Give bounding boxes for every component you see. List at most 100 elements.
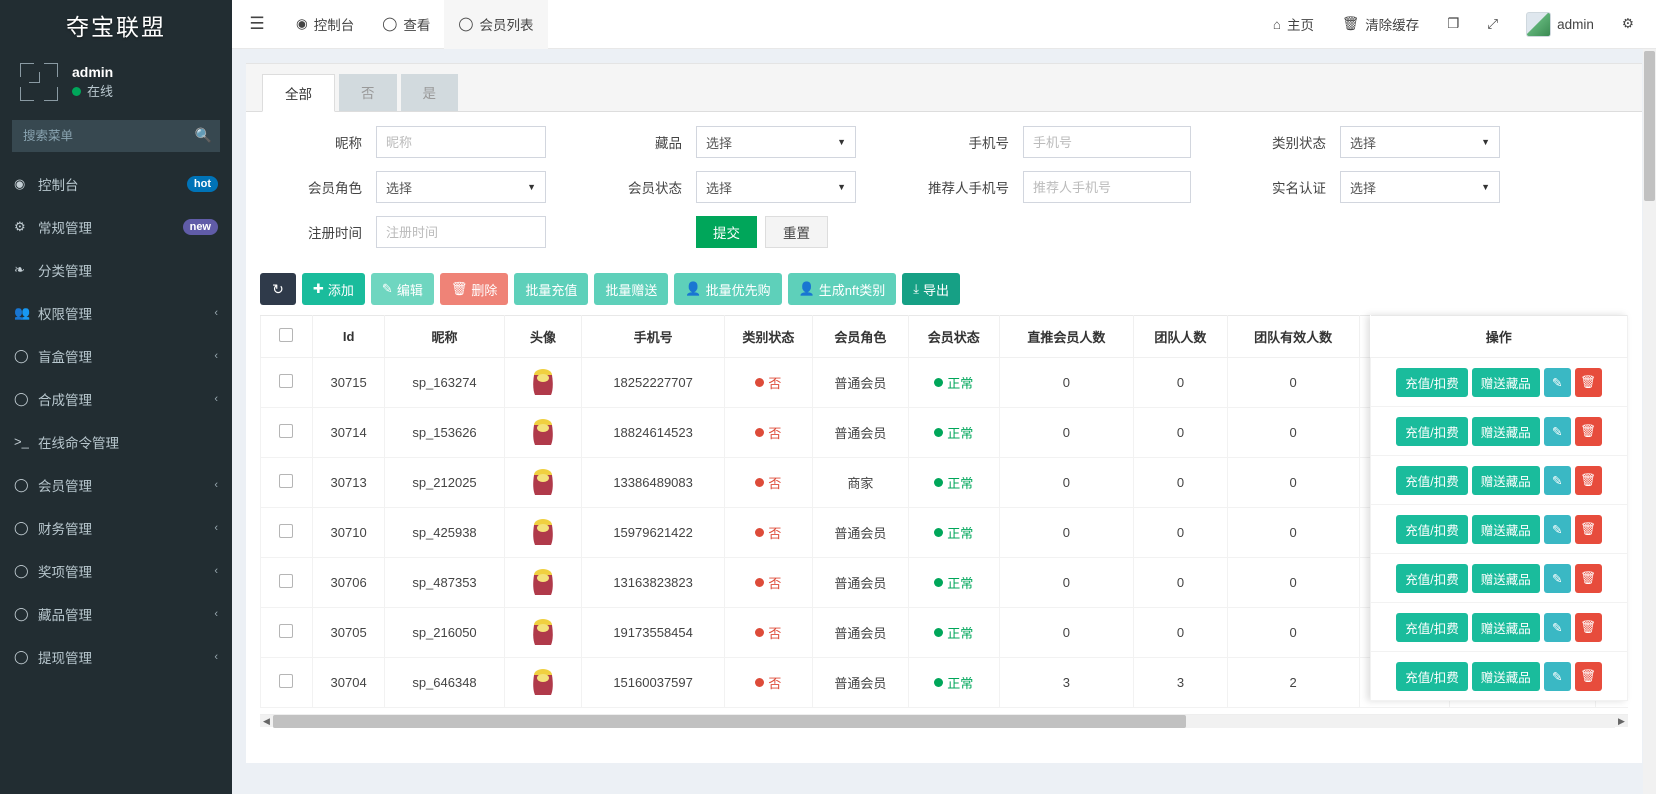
- edit-row-button[interactable]: ✎: [1544, 466, 1571, 495]
- column-header-5[interactable]: 会员角色: [812, 316, 908, 358]
- recharge-button[interactable]: 充值/扣费: [1396, 368, 1467, 397]
- row-checkbox[interactable]: [279, 374, 293, 388]
- delete-row-button[interactable]: 🗑: [1575, 417, 1602, 446]
- toolbar-button-7[interactable]: ⤓导出: [902, 273, 960, 305]
- row-checkbox[interactable]: [279, 574, 293, 588]
- referrer-phone-input[interactable]: [1023, 171, 1191, 203]
- nickname-input[interactable]: [376, 126, 546, 158]
- sidebar-item-5[interactable]: ◯合成管理‹: [0, 377, 232, 420]
- toolbar-button-1[interactable]: ✎编辑: [371, 273, 434, 305]
- toolbar-button-2[interactable]: 🗑删除: [440, 273, 509, 305]
- tab-2[interactable]: ◯会员列表: [444, 0, 547, 49]
- phone-input[interactable]: [1023, 126, 1191, 158]
- scroll-left-icon[interactable]: ◀: [260, 716, 273, 727]
- gift-collection-button[interactable]: 赠送藏品: [1472, 564, 1540, 593]
- recharge-button[interactable]: 充值/扣费: [1396, 515, 1467, 544]
- gift-collection-button[interactable]: 赠送藏品: [1472, 515, 1540, 544]
- sidebar-item-4[interactable]: ◯盲盒管理‹: [0, 334, 232, 377]
- topbar-action-2[interactable]: ❐: [1433, 0, 1473, 49]
- edit-row-button[interactable]: ✎: [1544, 417, 1571, 446]
- member-status-select[interactable]: 选择▼: [696, 171, 856, 203]
- column-header-0[interactable]: Id: [312, 316, 385, 358]
- row-checkbox[interactable]: [279, 674, 293, 688]
- horizontal-scrollbar[interactable]: ◀ ▶: [260, 714, 1628, 727]
- column-header-4[interactable]: 类别状态: [724, 316, 812, 358]
- sidebar-item-8[interactable]: ◯财务管理‹: [0, 506, 232, 549]
- sidebar-item-7[interactable]: ◯会员管理‹: [0, 463, 232, 506]
- column-header-2[interactable]: 头像: [504, 316, 582, 358]
- row-checkbox[interactable]: [279, 524, 293, 538]
- collection-select[interactable]: 选择▼: [696, 126, 856, 158]
- topbar-action-0[interactable]: ⌂主页: [1259, 0, 1328, 49]
- delete-row-button[interactable]: 🗑: [1575, 368, 1602, 397]
- column-header-6[interactable]: 会员状态: [908, 316, 999, 358]
- realname-auth-select[interactable]: 选择▼: [1340, 171, 1500, 203]
- user-menu[interactable]: admin: [1512, 0, 1608, 49]
- search-icon[interactable]: 🔍: [195, 127, 212, 144]
- gift-collection-button[interactable]: 赠送藏品: [1472, 417, 1540, 446]
- app-logo[interactable]: 夺宝联盟: [0, 0, 232, 49]
- column-header-7[interactable]: 直推会员人数: [999, 316, 1134, 358]
- register-time-input[interactable]: [376, 216, 546, 248]
- toolbar-button-6[interactable]: 👤生成nft类别: [788, 273, 897, 305]
- edit-row-button[interactable]: ✎: [1544, 515, 1571, 544]
- recharge-button[interactable]: 充值/扣费: [1396, 662, 1467, 691]
- sidebar-item-3[interactable]: 👥权限管理‹: [0, 291, 232, 334]
- gift-collection-button[interactable]: 赠送藏品: [1472, 368, 1540, 397]
- toolbar-button-5[interactable]: 👤批量优先购: [674, 273, 781, 305]
- edit-row-button[interactable]: ✎: [1544, 368, 1571, 397]
- delete-row-button[interactable]: 🗑: [1575, 662, 1602, 691]
- menu-toggle-icon[interactable]: ☰: [232, 14, 282, 34]
- tab-0[interactable]: ◉控制台: [282, 0, 368, 49]
- column-header-9[interactable]: 团队有效人数: [1227, 316, 1359, 358]
- toolbar-button-0[interactable]: ✚添加: [302, 273, 365, 305]
- select-all-checkbox[interactable]: [279, 328, 293, 342]
- page-scrollbar[interactable]: [1643, 49, 1656, 794]
- topbar-action-1[interactable]: 🗑清除缓存: [1328, 0, 1433, 49]
- search-input[interactable]: [12, 120, 220, 152]
- settings-button[interactable]: ⚙: [1608, 0, 1648, 49]
- page-scroll-thumb[interactable]: [1644, 51, 1655, 201]
- sidebar-item-0[interactable]: ◉控制台hot: [0, 162, 232, 205]
- topbar-action-3[interactable]: ⤢: [1473, 0, 1512, 49]
- category-status-select[interactable]: 选择▼: [1340, 126, 1500, 158]
- filter-tab-0[interactable]: 全部: [262, 74, 335, 112]
- filter-tab-1[interactable]: 否: [339, 74, 397, 111]
- column-header-1[interactable]: 昵称: [385, 316, 504, 358]
- column-header-8[interactable]: 团队人数: [1134, 316, 1227, 358]
- edit-row-button[interactable]: ✎: [1544, 613, 1571, 642]
- delete-row-button[interactable]: 🗑: [1575, 466, 1602, 495]
- gift-collection-button[interactable]: 赠送藏品: [1472, 613, 1540, 642]
- hscroll-thumb[interactable]: [273, 715, 1186, 728]
- recharge-button[interactable]: 充值/扣费: [1396, 417, 1467, 446]
- refresh-icon[interactable]: ↻: [260, 273, 296, 305]
- recharge-button[interactable]: 充值/扣费: [1396, 564, 1467, 593]
- toolbar-button-4[interactable]: 批量赠送: [594, 273, 668, 305]
- sidebar-item-2[interactable]: ❧分类管理: [0, 248, 232, 291]
- gift-collection-button[interactable]: 赠送藏品: [1472, 466, 1540, 495]
- delete-row-button[interactable]: 🗑: [1575, 613, 1602, 642]
- tab-1[interactable]: ◯查看: [368, 0, 444, 49]
- edit-row-button[interactable]: ✎: [1544, 662, 1571, 691]
- toolbar-button-3[interactable]: 批量充值: [514, 273, 588, 305]
- column-header-3[interactable]: 手机号: [582, 316, 725, 358]
- hscroll-track[interactable]: [273, 715, 1615, 728]
- sidebar-item-6[interactable]: >_在线命令管理: [0, 420, 232, 463]
- filter-tab-2[interactable]: 是: [401, 74, 459, 111]
- reset-button[interactable]: 重置: [765, 216, 828, 248]
- delete-row-button[interactable]: 🗑: [1575, 515, 1602, 544]
- sidebar-item-9[interactable]: ◯奖项管理‹: [0, 549, 232, 592]
- scroll-right-icon[interactable]: ▶: [1615, 716, 1628, 727]
- sidebar-item-10[interactable]: ◯藏品管理‹: [0, 592, 232, 635]
- submit-button[interactable]: 提交: [696, 216, 757, 248]
- edit-row-button[interactable]: ✎: [1544, 564, 1571, 593]
- delete-row-button[interactable]: 🗑: [1575, 564, 1602, 593]
- recharge-button[interactable]: 充值/扣费: [1396, 466, 1467, 495]
- sidebar-item-1[interactable]: ⚙常规管理new: [0, 205, 232, 248]
- member-role-select[interactable]: 选择▼: [376, 171, 546, 203]
- sidebar-item-11[interactable]: ◯提现管理‹: [0, 635, 232, 678]
- row-checkbox[interactable]: [279, 474, 293, 488]
- gift-collection-button[interactable]: 赠送藏品: [1472, 662, 1540, 691]
- row-checkbox[interactable]: [279, 624, 293, 638]
- row-checkbox[interactable]: [279, 424, 293, 438]
